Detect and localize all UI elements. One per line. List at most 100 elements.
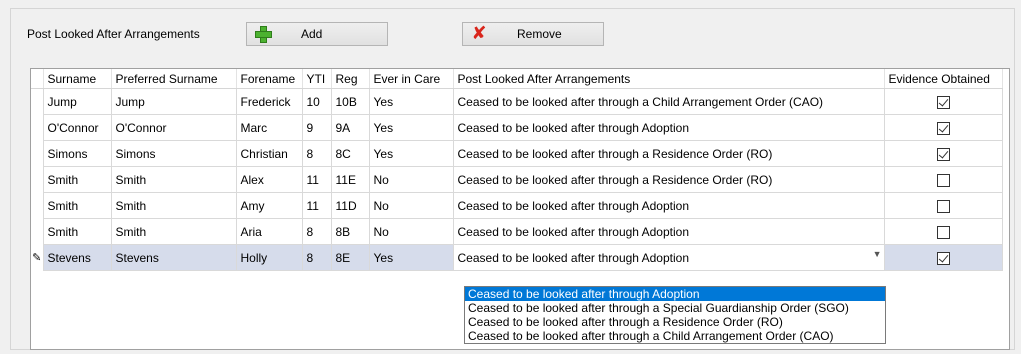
table-row[interactable]: O'Connor O'Connor Marc 9 9A Yes Ceased to be l… [31, 114, 1003, 141]
remove-button[interactable]: ✘ Remove [462, 22, 604, 46]
col-surname[interactable]: Surname [43, 69, 112, 89]
evidence-obtained-cell [883, 192, 1003, 219]
surname-cell[interactable]: Simons [42, 140, 112, 167]
surname-cell[interactable]: Stevens [42, 244, 112, 271]
x-icon: ✘ [471, 23, 487, 44]
preferred-surname-cell[interactable]: O'Connor [110, 114, 237, 141]
evidence-obtained-cell [883, 218, 1003, 245]
row-header[interactable] [31, 88, 44, 115]
reg-cell[interactable]: 10B [330, 88, 370, 115]
evidence-checkbox[interactable] [936, 199, 950, 213]
preferred-surname-cell[interactable]: Simons [110, 140, 237, 167]
arrangement-cell[interactable]: Ceased to be looked after through Adopti… [452, 244, 885, 271]
reg-cell[interactable]: 9A [330, 114, 370, 141]
arrangement-dropdown-list[interactable]: Ceased to be looked after through Adopti… [464, 286, 886, 344]
ever-in-care-cell[interactable]: Yes [368, 114, 454, 141]
evidence-checkbox[interactable] [936, 121, 950, 135]
yti-cell[interactable]: 9 [301, 114, 332, 141]
table-row[interactable]: Smith Smith Amy 11 11D No Ceased to be looked … [31, 192, 1003, 219]
col-ever-in-care[interactable]: Ever in Care [369, 69, 454, 89]
col-yti[interactable]: YTI [302, 69, 332, 89]
group-label: Post Looked After Arrangements [27, 27, 200, 41]
evidence-obtained-cell [883, 244, 1003, 271]
add-button-label: Add [301, 27, 323, 41]
yti-cell[interactable]: 10 [301, 88, 332, 115]
ever-in-care-cell[interactable]: Yes [368, 88, 454, 115]
surname-cell[interactable]: Jump [42, 88, 112, 115]
arrangement-combo-value: Ceased to be looked after through Adopti… [457, 250, 690, 265]
row-header[interactable] [31, 218, 44, 245]
surname-cell[interactable]: Smith [42, 218, 112, 245]
forename-cell[interactable]: Holly [235, 244, 303, 271]
table-row[interactable]: Jump Jump Frederick 10 10B Yes Ceased to be lo… [31, 88, 1003, 115]
yti-cell[interactable]: 8 [301, 218, 332, 245]
reg-cell[interactable]: 8C [330, 140, 370, 167]
arrangement-cell[interactable]: Ceased to be looked after through a Chil… [452, 88, 885, 115]
ever-in-care-cell[interactable]: Yes [368, 244, 454, 271]
evidence-checkbox[interactable] [936, 225, 950, 239]
yti-cell[interactable]: 8 [301, 140, 332, 167]
add-button[interactable]: Add [246, 22, 388, 46]
yti-cell[interactable]: 11 [301, 192, 332, 219]
forename-cell[interactable]: Amy [235, 192, 303, 219]
evidence-checkbox[interactable] [936, 95, 950, 109]
arrangement-cell[interactable]: Ceased to be looked after through Adopti… [452, 218, 885, 245]
evidence-checkbox[interactable] [936, 251, 950, 265]
surname-cell[interactable]: Smith [42, 166, 112, 193]
reg-cell[interactable]: 11E [330, 166, 370, 193]
evidence-checkbox[interactable] [936, 147, 950, 161]
table-row[interactable]: Smith Smith Aria 8 8B No Ceased to be looked a… [31, 218, 1003, 245]
reg-cell[interactable]: 8B [330, 218, 370, 245]
plus-icon [253, 24, 273, 44]
preferred-surname-cell[interactable]: Smith [110, 166, 237, 193]
ever-in-care-cell[interactable]: No [368, 192, 454, 219]
forename-cell[interactable]: Alex [235, 166, 303, 193]
table-row[interactable]: Simons Simons Christian 8 8C Yes Ceased to be … [31, 140, 1003, 167]
row-header[interactable] [31, 192, 44, 219]
surname-cell[interactable]: O'Connor [42, 114, 112, 141]
surname-cell[interactable]: Smith [42, 192, 112, 219]
row-header[interactable] [31, 140, 44, 167]
arrangement-cell[interactable]: Ceased to be looked after through a Resi… [452, 140, 885, 167]
forename-cell[interactable]: Marc [235, 114, 303, 141]
ever-in-care-cell[interactable]: Yes [368, 140, 454, 167]
yti-cell[interactable]: 8 [301, 244, 332, 271]
dropdown-option[interactable]: Ceased to be looked after through a Resi… [465, 315, 885, 329]
dropdown-option[interactable]: Ceased to be looked after through a Spec… [465, 301, 885, 315]
table-row[interactable]: Smith Smith Alex 11 11E No Ceased to be looked… [31, 166, 1003, 193]
arrangement-cell[interactable]: Ceased to be looked after through a Resi… [452, 166, 885, 193]
preferred-surname-cell[interactable]: Smith [110, 192, 237, 219]
col-evidence-obtained[interactable]: Evidence Obtained [884, 69, 1003, 89]
chevron-down-icon[interactable]: ▼ [873, 249, 882, 259]
remove-button-label: Remove [517, 27, 562, 41]
forename-cell[interactable]: Frederick [235, 88, 303, 115]
arrangement-cell[interactable]: Ceased to be looked after through Adopti… [452, 192, 885, 219]
ever-in-care-cell[interactable]: No [368, 166, 454, 193]
col-reg[interactable]: Reg [331, 69, 370, 89]
col-arrangements[interactable]: Post Looked After Arrangements [453, 69, 885, 89]
reg-cell[interactable]: 8E [330, 244, 370, 271]
row-header[interactable] [31, 166, 44, 193]
row-header-corner [31, 69, 44, 89]
col-forename[interactable]: Forename [236, 69, 303, 89]
evidence-checkbox[interactable] [936, 173, 950, 187]
preferred-surname-cell[interactable]: Stevens [110, 244, 237, 271]
col-preferred-surname[interactable]: Preferred Surname [111, 69, 237, 89]
yti-cell[interactable]: 11 [301, 166, 332, 193]
ever-in-care-cell[interactable]: No [368, 218, 454, 245]
evidence-obtained-cell [883, 114, 1003, 141]
evidence-obtained-cell [883, 88, 1003, 115]
table-row[interactable]: ✎ Stevens Stevens Holly 8 8E Yes Ceased to be l… [31, 244, 1003, 271]
arrangement-cell[interactable]: Ceased to be looked after through Adopti… [452, 114, 885, 141]
forename-cell[interactable]: Christian [235, 140, 303, 167]
forename-cell[interactable]: Aria [235, 218, 303, 245]
reg-cell[interactable]: 11D [330, 192, 370, 219]
row-header[interactable]: ✎ [31, 244, 44, 271]
preferred-surname-cell[interactable]: Jump [110, 88, 237, 115]
row-header[interactable] [31, 114, 44, 141]
evidence-obtained-cell [883, 166, 1003, 193]
dropdown-option[interactable]: Ceased to be looked after through Adopti… [465, 287, 885, 301]
preferred-surname-cell[interactable]: Smith [110, 218, 237, 245]
dropdown-option[interactable]: Ceased to be looked after through a Chil… [465, 329, 885, 343]
header-row: Surname Preferred Surname Forename YTI R… [31, 69, 1003, 89]
